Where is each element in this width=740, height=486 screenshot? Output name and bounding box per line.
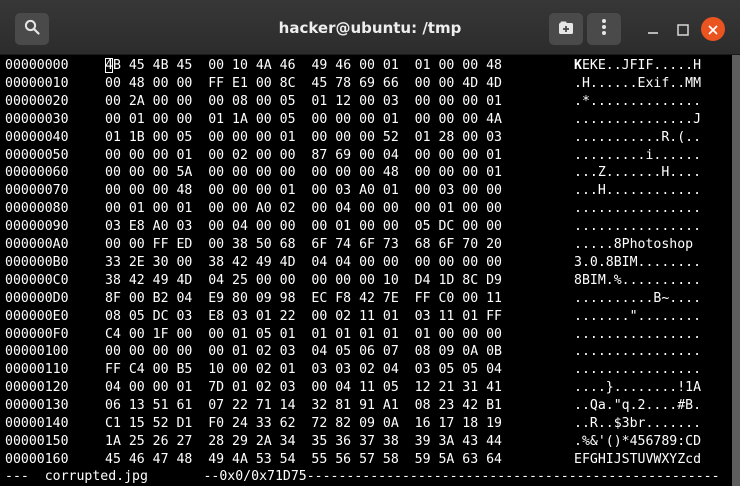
row-ascii[interactable]: .....8Photoshop (574, 235, 734, 254)
row-offset: 00000140 (5, 416, 69, 431)
terminal-content[interactable]: 00000000 4B 45 4B 45 00 10 4A 46 49 46 00… (2, 55, 732, 486)
row-hex-bytes[interactable]: 04 00 00 01 7D 01 02 03 00 04 11 05 12 2… (105, 378, 565, 397)
row-ascii[interactable]: ...............J (574, 110, 734, 129)
row-ascii[interactable]: ................ (574, 217, 734, 236)
row-offset: 00000030 (5, 111, 69, 127)
row-offset: 00000150 (5, 433, 69, 449)
new-tab-icon (558, 20, 574, 39)
row-hex-bytes[interactable]: 00 01 00 00 01 1A 00 05 00 00 00 01 00 0… (105, 110, 565, 129)
row-ascii[interactable]: ....}........!1A (574, 378, 734, 397)
row-ascii[interactable]: ..Qa."q.2....#B. (574, 396, 734, 415)
row-offset: 00000040 (5, 129, 69, 145)
row-ascii[interactable]: .........i...... (574, 146, 734, 165)
close-icon (708, 20, 718, 39)
row-offset: 00000110 (5, 362, 69, 378)
row-ascii[interactable]: 8BIM.%.......... (574, 271, 734, 290)
row-offset: 00000120 (5, 380, 69, 396)
row-offset: 000000E0 (5, 308, 69, 324)
row-offset: 000000A0 (5, 237, 69, 252)
row-hex-bytes[interactable]: 00 00 FF ED 00 38 50 68 6F 74 6F 73 68 6… (105, 235, 565, 254)
row-ascii[interactable]: .H......Exif..MM (574, 74, 734, 93)
row-hex-bytes[interactable]: 03 E8 A0 03 00 04 00 00 00 01 00 00 05 D… (105, 217, 565, 236)
row-offset: 00000160 (5, 451, 69, 467)
minimize-icon (646, 22, 660, 41)
maximize-button[interactable] (676, 22, 690, 41)
row-offset: 00000090 (5, 219, 69, 235)
row-hex-bytes[interactable]: 00 00 00 5A 00 00 00 00 00 00 00 48 00 0… (105, 163, 565, 182)
row-hex-bytes[interactable]: 00 2A 00 00 00 08 00 05 01 12 00 03 00 0… (105, 92, 565, 111)
menu-button[interactable] (587, 13, 621, 45)
row-ascii[interactable]: ......."........ (574, 307, 734, 326)
row-hex-bytes[interactable]: 45 46 47 48 49 4A 53 54 55 56 57 58 59 5… (105, 450, 565, 469)
row-hex-bytes[interactable]: 8F 00 B2 04 E9 80 09 98 EC F8 42 7E FF C… (105, 289, 565, 308)
row-ascii[interactable]: ..R..$3br....... (574, 414, 734, 433)
row-offset: 00000060 (5, 165, 69, 181)
scrollbar[interactable] (732, 55, 740, 486)
row-hex-bytes[interactable]: 1A 25 26 27 28 29 2A 34 35 36 37 38 39 3… (105, 432, 565, 451)
row-hex-bytes[interactable]: 08 05 DC 03 E8 03 01 22 00 02 11 01 03 1… (105, 307, 565, 326)
row-ascii[interactable]: ...H............ (574, 181, 734, 200)
row-offset: 00000130 (5, 398, 69, 414)
row-ascii[interactable]: .%&'()*456789:CD (574, 432, 734, 451)
row-ascii[interactable]: .*.............. (574, 92, 734, 111)
row-ascii[interactable]: KEKE..JFIF.....H (574, 56, 734, 75)
row-ascii[interactable]: ................ (574, 342, 734, 361)
row-ascii[interactable]: ................ (574, 360, 734, 379)
row-ascii[interactable]: 3.0.8BIM........ (574, 253, 734, 272)
row-hex-bytes[interactable]: 01 1B 00 05 00 00 00 01 00 00 00 52 01 2… (105, 128, 565, 147)
window-title: hacker@ubuntu: /tmp (278, 19, 462, 37)
row-hex-bytes[interactable]: 00 00 00 00 00 01 02 03 04 05 06 07 08 0… (105, 342, 565, 361)
minimize-button[interactable] (646, 22, 660, 41)
row-hex-bytes[interactable]: 00 01 00 01 00 00 A0 02 00 04 00 00 00 0… (105, 199, 565, 218)
row-ascii[interactable]: EFGHIJSTUVWXYZcd (574, 450, 734, 469)
new-tab-button[interactable] (549, 13, 583, 45)
row-offset: 00000050 (5, 147, 69, 163)
row-offset: 00000100 (5, 344, 69, 360)
row-hex-bytes[interactable]: 33 2E 30 00 38 42 49 4D 04 04 00 00 00 0… (105, 253, 565, 272)
row-hex-bytes[interactable]: C1 15 52 D1 F0 24 33 62 72 82 09 0A 16 1… (105, 414, 565, 433)
maximize-icon (676, 22, 690, 41)
row-hex-bytes[interactable]: FF C4 00 B5 10 00 02 01 03 03 02 04 03 0… (105, 360, 565, 379)
row-ascii[interactable]: ................ (574, 325, 734, 344)
row-offset: 00000020 (5, 93, 69, 109)
row-offset: 000000D0 (5, 290, 69, 306)
row-hex-bytes[interactable]: 38 42 49 4D 04 25 00 00 00 00 00 10 D4 1… (105, 271, 565, 290)
row-offset: 00000010 (5, 75, 69, 91)
status-line: --- corrupted.jpg --0x0/0x71D75---------… (5, 469, 720, 484)
row-hex-bytes[interactable]: C4 00 1F 00 00 01 05 01 01 01 01 01 01 0… (105, 325, 565, 344)
row-hex-bytes[interactable]: 4B 45 4B 45 00 10 4A 46 49 46 00 01 01 0… (105, 56, 565, 75)
terminal-window: hacker@ubuntu: /tmp 00000000 4B 45 4B 45… (0, 0, 740, 486)
row-hex-bytes[interactable]: 00 00 00 01 00 02 00 00 87 69 00 04 00 0… (105, 146, 565, 165)
row-hex-bytes[interactable]: 00 00 00 48 00 00 00 01 00 03 A0 01 00 0… (105, 181, 565, 200)
row-ascii[interactable]: ................ (574, 199, 734, 218)
row-offset: 00000070 (5, 183, 69, 199)
row-ascii[interactable]: ...Z.......H.... (574, 163, 734, 182)
row-hex-bytes[interactable]: 06 13 51 61 07 22 71 14 32 81 91 A1 08 2… (105, 396, 565, 415)
row-offset: 00000080 (5, 201, 69, 217)
row-ascii[interactable]: ..........B~.... (574, 289, 734, 308)
row-offset: 000000C0 (5, 272, 69, 288)
row-offset: 00000000 (5, 58, 69, 73)
row-ascii[interactable]: ...........R.(.. (574, 128, 734, 147)
row-offset: 000000B0 (5, 254, 69, 270)
row-hex-bytes[interactable]: 00 48 00 00 FF E1 00 8C 45 78 69 66 00 0… (105, 74, 565, 93)
kebab-menu-icon (601, 18, 607, 40)
row-offset: 000000F0 (5, 326, 69, 342)
close-button[interactable] (701, 17, 725, 41)
titlebar: hacker@ubuntu: /tmp (0, 0, 740, 55)
text-cursor: 4 (105, 58, 113, 73)
